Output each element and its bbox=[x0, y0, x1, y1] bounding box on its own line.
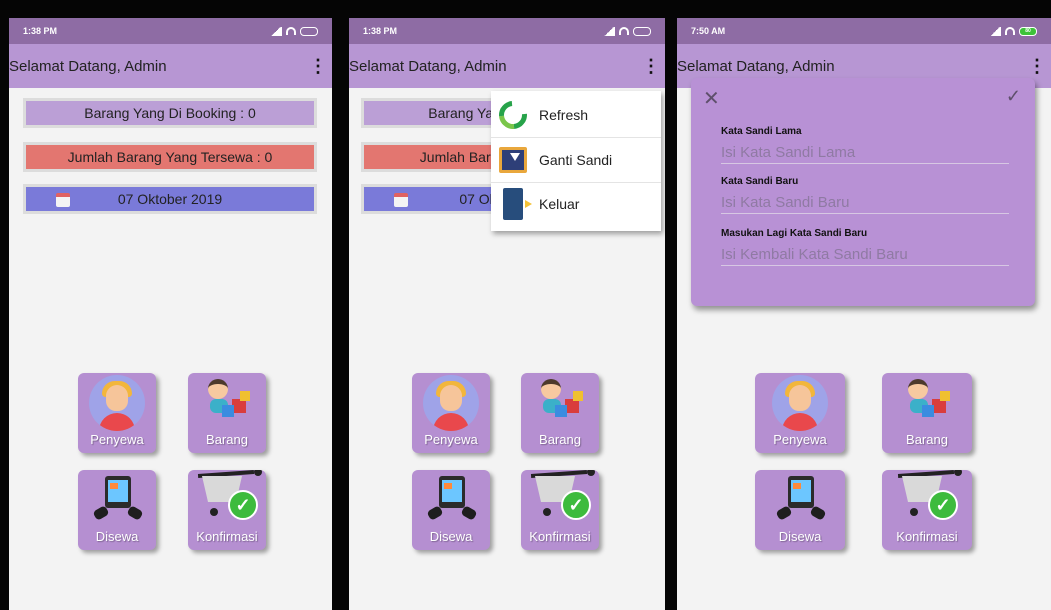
penyewa-tile[interactable]: Penyewa bbox=[412, 373, 490, 453]
tablet-hands-icon bbox=[775, 476, 827, 521]
check-icon[interactable]: ✓ bbox=[1006, 86, 1021, 107]
screen-2-content: 1:38 PM Selamat Datang, Admin ⋮ Barang Y… bbox=[349, 18, 665, 610]
signal-icon bbox=[989, 26, 1001, 36]
rented-count-text: Jumlah Barang Yang Tersewa : 0 bbox=[67, 149, 273, 165]
barang-label: Barang bbox=[906, 432, 948, 447]
signal-icon bbox=[270, 26, 282, 36]
penyewa-label: Penyewa bbox=[424, 432, 478, 447]
overflow-menu-icon[interactable]: ⋮ bbox=[637, 56, 665, 77]
wifi-icon bbox=[286, 27, 296, 35]
barang-tile[interactable]: Barang bbox=[188, 373, 266, 453]
user-female-icon bbox=[89, 375, 145, 431]
barang-label: Barang bbox=[539, 432, 581, 447]
konfirmasi-tile[interactable]: ✓ Konfirmasi bbox=[521, 470, 599, 550]
refresh-icon bbox=[493, 95, 533, 135]
battery-icon: 80 bbox=[1019, 26, 1037, 36]
status-time: 1:38 PM bbox=[363, 26, 398, 36]
screen-1-content: 1:38 PM Selamat Datang, Admin ⋮ Barang Y… bbox=[9, 18, 332, 610]
change-password-dialog: ✕ ✓ Kata Sandi Lama Kata Sandi Baru Masu… bbox=[691, 78, 1035, 306]
new-password-field[interactable] bbox=[721, 192, 1009, 214]
status-time: 1:38 PM bbox=[23, 26, 58, 36]
date-card: 07 Oktober 2019 bbox=[23, 184, 317, 214]
phone-screen-2: 1:38 PM Selamat Datang, Admin ⋮ Barang Y… bbox=[338, 0, 672, 610]
close-icon[interactable]: ✕ bbox=[703, 86, 720, 111]
penyewa-label: Penyewa bbox=[90, 432, 144, 447]
status-bar: 7:50 AM 80 bbox=[677, 18, 1051, 44]
konfirmasi-label: Konfirmasi bbox=[896, 529, 958, 544]
barang-tile[interactable]: Barang bbox=[521, 373, 599, 453]
app-bar: Selamat Datang, Admin ⋮ bbox=[349, 44, 665, 88]
status-bar: 1:38 PM bbox=[349, 18, 665, 44]
signal-icon bbox=[603, 26, 615, 36]
tablet-hands-icon bbox=[426, 476, 478, 521]
repeat-password-label: Masukan Lagi Kata Sandi Baru bbox=[721, 228, 868, 239]
menu-item-change-password-label: Ganti Sandi bbox=[539, 152, 613, 168]
app-title: Selamat Datang, Admin bbox=[349, 57, 507, 75]
exit-door-icon bbox=[503, 188, 532, 220]
penyewa-label: Penyewa bbox=[773, 432, 827, 447]
konfirmasi-label: Konfirmasi bbox=[529, 529, 591, 544]
calendar-icon bbox=[394, 193, 408, 207]
user-female-icon bbox=[772, 375, 828, 431]
overflow-menu-icon[interactable]: ⋮ bbox=[1023, 56, 1051, 77]
konfirmasi-tile[interactable]: ✓ Konfirmasi bbox=[188, 470, 266, 550]
disewa-tile[interactable]: Disewa bbox=[78, 470, 156, 550]
phone-screen-3: 7:50 AM 80 Selamat Datang, Admin ⋮ Penye… bbox=[670, 0, 1051, 610]
penyewa-tile[interactable]: Penyewa bbox=[78, 373, 156, 453]
booking-count-text: Barang Yang Di Booking : 0 bbox=[84, 105, 256, 121]
status-bar: 1:38 PM bbox=[9, 18, 332, 44]
overflow-menu-icon[interactable]: ⋮ bbox=[304, 56, 332, 77]
new-password-label: Kata Sandi Baru bbox=[721, 176, 799, 187]
disewa-label: Disewa bbox=[778, 529, 822, 544]
menu-item-logout[interactable]: Keluar bbox=[491, 182, 661, 226]
cart-check-icon: ✓ bbox=[530, 470, 595, 526]
rented-count-card: Jumlah Barang Yang Tersewa : 0 bbox=[23, 142, 317, 172]
wifi-icon bbox=[619, 27, 629, 35]
user-female-icon bbox=[423, 375, 479, 431]
disewa-tile[interactable]: Disewa bbox=[412, 470, 490, 550]
disewa-tile[interactable]: Disewa bbox=[755, 470, 845, 550]
menu-item-refresh[interactable]: Refresh bbox=[491, 93, 661, 137]
repeat-password-field[interactable] bbox=[721, 244, 1009, 266]
baby-toys-icon bbox=[906, 379, 950, 419]
baby-toys-icon bbox=[539, 379, 583, 419]
overflow-menu-popup: Refresh Ganti Sandi Keluar bbox=[491, 91, 661, 231]
barang-label: Barang bbox=[206, 432, 248, 447]
menu-item-logout-label: Keluar bbox=[539, 196, 580, 212]
disewa-label: Disewa bbox=[95, 529, 139, 544]
menu-item-refresh-label: Refresh bbox=[539, 107, 589, 123]
baby-toys-icon bbox=[206, 379, 250, 419]
status-time: 7:50 AM bbox=[691, 26, 726, 36]
cart-check-icon: ✓ bbox=[897, 470, 962, 526]
battery-icon bbox=[300, 26, 318, 36]
cart-check-icon: ✓ bbox=[197, 470, 262, 526]
penyewa-tile[interactable]: Penyewa bbox=[755, 373, 845, 453]
old-password-label: Kata Sandi Lama bbox=[721, 126, 802, 137]
battery-icon bbox=[633, 26, 651, 36]
disewa-label: Disewa bbox=[429, 529, 473, 544]
konfirmasi-label: Konfirmasi bbox=[196, 529, 258, 544]
booking-count-text: Barang Yar bbox=[428, 105, 498, 121]
tablet-hands-icon bbox=[92, 476, 144, 521]
app-bar: Selamat Datang, Admin ⋮ bbox=[9, 44, 332, 88]
wifi-icon bbox=[1005, 27, 1015, 35]
konfirmasi-tile[interactable]: ✓ Konfirmasi bbox=[882, 470, 972, 550]
phone-screen-1: 1:38 PM Selamat Datang, Admin ⋮ Barang Y… bbox=[0, 0, 340, 610]
download-icon bbox=[499, 147, 527, 173]
menu-item-change-password[interactable]: Ganti Sandi bbox=[491, 138, 661, 182]
app-title: Selamat Datang, Admin bbox=[677, 57, 835, 75]
app-title: Selamat Datang, Admin bbox=[9, 57, 167, 75]
booking-count-card: Barang Yang Di Booking : 0 bbox=[23, 98, 317, 128]
date-text: 07 Oktober 2019 bbox=[117, 191, 223, 207]
barang-tile[interactable]: Barang bbox=[882, 373, 972, 453]
old-password-field[interactable] bbox=[721, 142, 1009, 164]
screen-3-content: 7:50 AM 80 Selamat Datang, Admin ⋮ Penye… bbox=[677, 18, 1051, 610]
calendar-icon bbox=[56, 193, 70, 207]
